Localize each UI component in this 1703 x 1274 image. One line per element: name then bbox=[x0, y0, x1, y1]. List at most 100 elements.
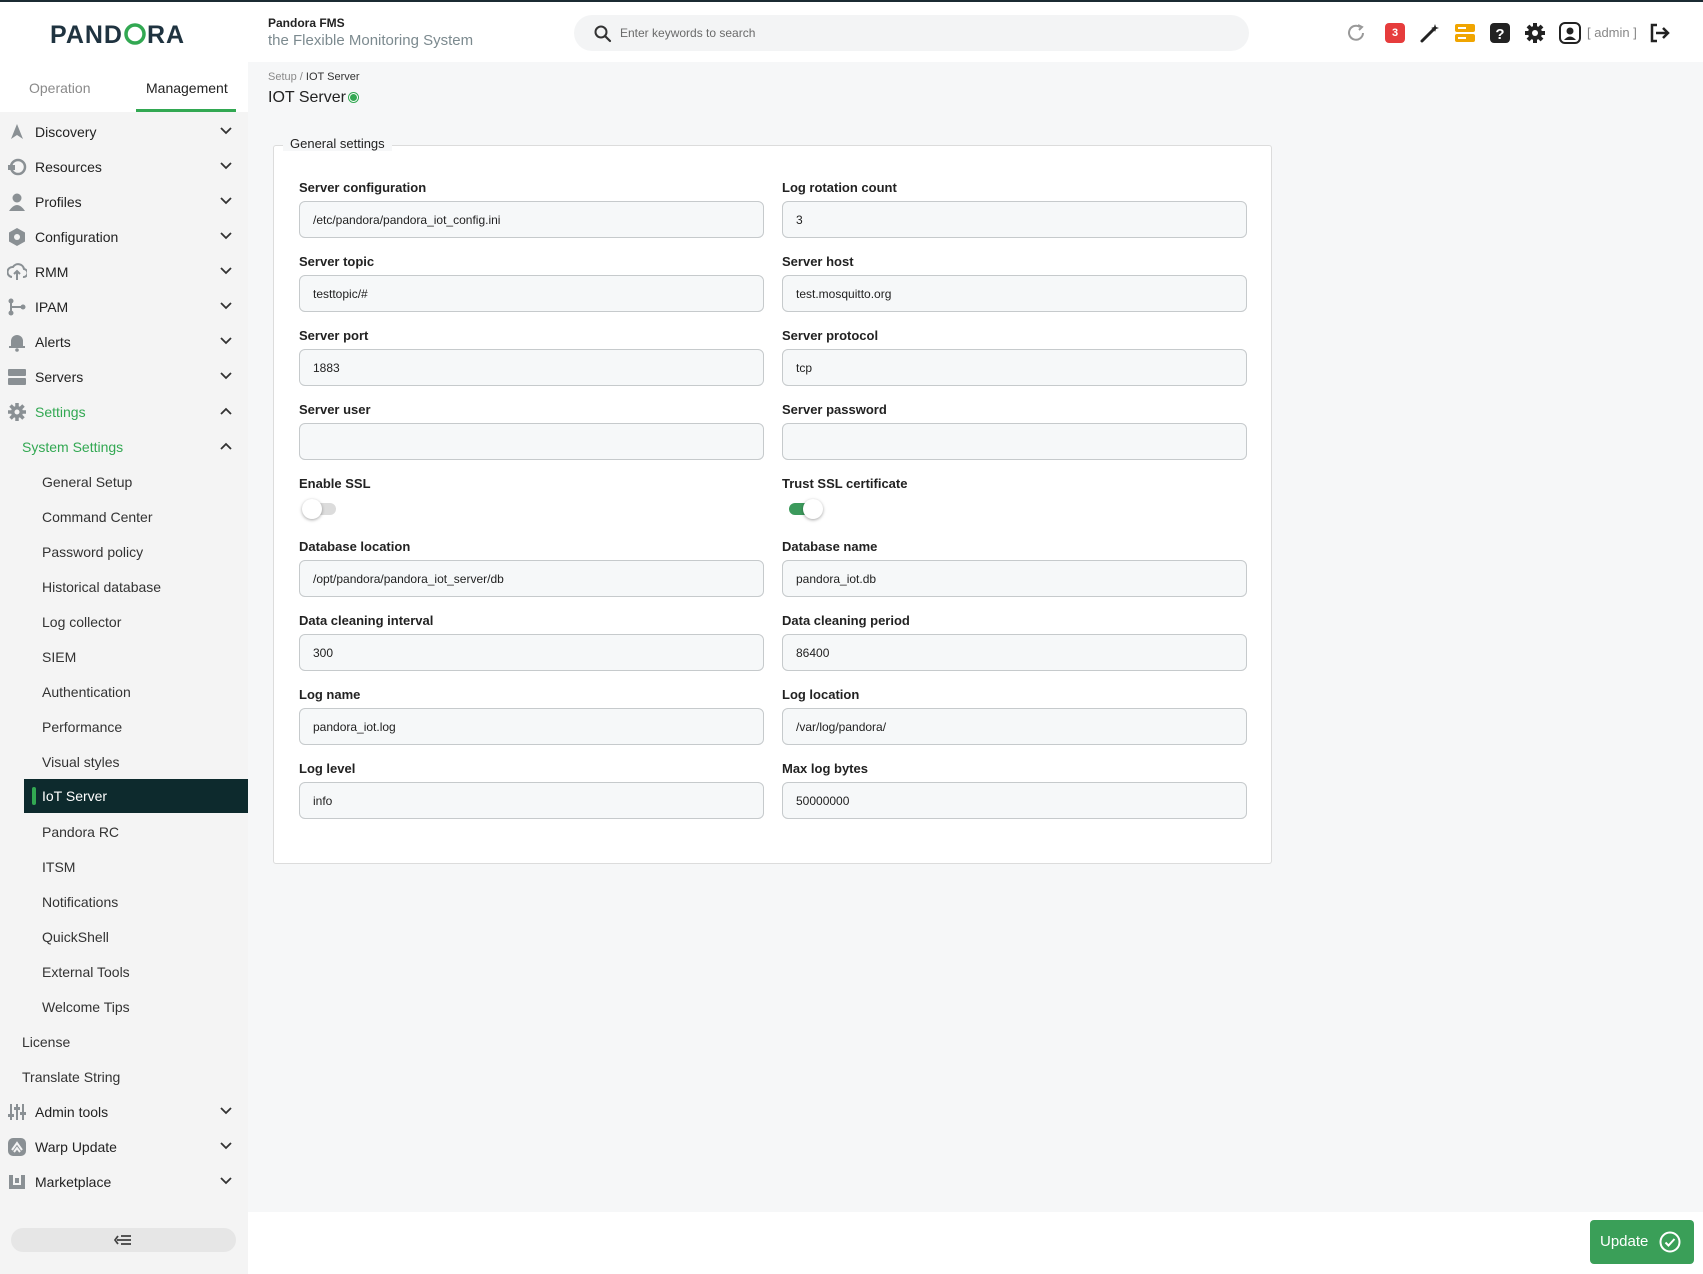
sidebar-subitem-itsm[interactable]: ITSM bbox=[42, 859, 75, 875]
sidebar-item-ipam[interactable]: IPAM bbox=[0, 289, 248, 324]
enable-ssl-label: Enable SSL bbox=[299, 476, 371, 491]
notification-badge[interactable]: 3 bbox=[1384, 22, 1406, 44]
check-circle-icon bbox=[1659, 1231, 1681, 1253]
database-name-input[interactable] bbox=[782, 560, 1247, 597]
user-label[interactable]: [ admin ] bbox=[1587, 25, 1637, 40]
server-topic-input[interactable] bbox=[299, 275, 764, 312]
sidebar-subitem-performance[interactable]: Performance bbox=[42, 719, 122, 735]
sidebar-item-settings[interactable]: Settings bbox=[0, 394, 248, 429]
update-button[interactable]: Update bbox=[1590, 1220, 1694, 1264]
database-location-label: Database location bbox=[299, 539, 411, 554]
help-icon[interactable]: ? bbox=[1489, 22, 1511, 44]
log-location-input[interactable] bbox=[782, 708, 1247, 745]
sidebar-subitem-command-center[interactable]: Command Center bbox=[42, 509, 153, 525]
data-cleaning-interval-input[interactable] bbox=[299, 634, 764, 671]
search-input[interactable] bbox=[620, 23, 1220, 43]
sidebar-subitem-external-tools[interactable]: External Tools bbox=[42, 964, 130, 980]
chevron-down-icon bbox=[220, 1177, 232, 1185]
sidebar-item-discovery[interactable]: Discovery bbox=[0, 114, 248, 149]
server-protocol-input[interactable] bbox=[782, 349, 1247, 386]
server-host-input[interactable] bbox=[782, 275, 1247, 312]
chevron-down-icon bbox=[220, 372, 232, 380]
enable-ssl-toggle[interactable] bbox=[302, 498, 340, 520]
sidebar-subitem-quickshell[interactable]: QuickShell bbox=[42, 929, 109, 945]
sidebar-item-marketplace[interactable]: Marketplace bbox=[0, 1164, 248, 1199]
sidebar-item-license[interactable]: License bbox=[22, 1034, 70, 1050]
sidebar-item-system-settings[interactable]: System Settings bbox=[0, 429, 248, 464]
collapse-sidebar-button[interactable] bbox=[11, 1228, 236, 1252]
refresh-icon[interactable] bbox=[1345, 22, 1367, 44]
server-password-input[interactable] bbox=[782, 423, 1247, 460]
log-location-label: Log location bbox=[782, 687, 860, 702]
sidebar-item-admin-tools[interactable]: Admin tools bbox=[0, 1094, 248, 1129]
server-configuration-label: Server configuration bbox=[299, 180, 427, 195]
data-cleaning-period-input[interactable] bbox=[782, 634, 1247, 671]
chevron-down-icon bbox=[220, 337, 232, 345]
server-status-icon[interactable] bbox=[1454, 22, 1476, 44]
sidebar-item-rmm[interactable]: RMM bbox=[0, 254, 248, 289]
sidebar-subitem-log-collector[interactable]: Log collector bbox=[42, 614, 121, 630]
sidebar-subitem-password-policy[interactable]: Password policy bbox=[42, 544, 143, 560]
sidebar-item-label: System Settings bbox=[22, 439, 124, 455]
sidebar-subitem-siem[interactable]: SIEM bbox=[42, 649, 76, 665]
logout-icon[interactable] bbox=[1648, 22, 1670, 44]
sidebar-item-alerts[interactable]: Alerts bbox=[0, 324, 248, 359]
sidebar-item-profiles[interactable]: Profiles bbox=[0, 184, 248, 219]
sidebar-subitem-general-setup[interactable]: General Setup bbox=[42, 474, 132, 490]
configuration-icon bbox=[9, 228, 25, 246]
toggle-knob bbox=[302, 499, 322, 519]
active-indicator bbox=[32, 787, 36, 805]
search-bar[interactable] bbox=[574, 15, 1249, 51]
sidebar-subitem-pandora-rc[interactable]: Pandora RC bbox=[42, 824, 119, 840]
max-log-bytes-input[interactable] bbox=[782, 782, 1247, 819]
log-name-input[interactable] bbox=[299, 708, 764, 745]
wand-icon[interactable] bbox=[1419, 22, 1441, 44]
sidebar-subitem-welcome-tips[interactable]: Welcome Tips bbox=[42, 999, 130, 1015]
sidebar-subitem-iot-server[interactable]: IoT Server bbox=[24, 779, 248, 813]
sidebar-subitem-historical-database[interactable]: Historical database bbox=[42, 579, 161, 595]
server-configuration-input[interactable] bbox=[299, 201, 764, 238]
brand-subtitle: the Flexible Monitoring System bbox=[268, 32, 474, 49]
breadcrumb-parent[interactable]: Setup / bbox=[268, 71, 303, 83]
header: PAND RA Pandora FMS the Flexible Monitor… bbox=[0, 2, 1703, 62]
chevron-down-icon bbox=[220, 232, 232, 240]
tab-operation[interactable]: Operation bbox=[29, 80, 90, 96]
data-cleaning-period-label: Data cleaning period bbox=[782, 613, 910, 628]
chevron-down-icon bbox=[220, 127, 232, 135]
sidebar-item-label: Resources bbox=[35, 159, 102, 175]
user-icon bbox=[9, 193, 25, 211]
svg-text:RA: RA bbox=[147, 21, 185, 48]
sidebar-subitem-visual-styles[interactable]: Visual styles bbox=[42, 754, 120, 770]
pandora-logo[interactable]: PAND RA bbox=[50, 20, 200, 48]
database-location-input[interactable] bbox=[299, 560, 764, 597]
tab-active-indicator bbox=[136, 109, 236, 112]
svg-text:PAND: PAND bbox=[50, 21, 123, 48]
tab-management[interactable]: Management bbox=[146, 80, 228, 96]
sidebar-item-translate-string[interactable]: Translate String bbox=[22, 1069, 120, 1085]
sidebar-item-label: Settings bbox=[35, 404, 86, 420]
server-user-label: Server user bbox=[299, 402, 371, 417]
sidebar-item-label: Configuration bbox=[35, 229, 119, 245]
panel-legend: General settings bbox=[283, 136, 392, 151]
sidebar-subitem-authentication[interactable]: Authentication bbox=[42, 684, 131, 700]
user-icon[interactable] bbox=[1559, 22, 1581, 44]
sidebar-subitem-label: IoT Server bbox=[42, 788, 108, 804]
database-name-label: Database name bbox=[782, 539, 878, 554]
sidebar-item-servers[interactable]: Servers bbox=[0, 359, 248, 394]
sidebar-item-warp-update[interactable]: Warp Update bbox=[0, 1129, 248, 1164]
sidebar-subitem-notifications[interactable]: Notifications bbox=[42, 894, 118, 910]
server-password-label: Server password bbox=[782, 402, 887, 417]
log-rotation-count-input[interactable] bbox=[782, 201, 1247, 238]
update-button-label: Update bbox=[1600, 1233, 1649, 1250]
trust-ssl-toggle[interactable] bbox=[785, 498, 823, 520]
server-port-input[interactable] bbox=[299, 349, 764, 386]
sidebar-item-resources[interactable]: Resources bbox=[0, 149, 248, 184]
breadcrumb-current: IOT Server bbox=[305, 71, 360, 83]
server-protocol-label: Server protocol bbox=[782, 328, 879, 343]
sidebar-item-configuration[interactable]: Configuration bbox=[0, 219, 248, 254]
gear-icon[interactable] bbox=[1524, 22, 1546, 44]
page-title: IOT Server bbox=[268, 89, 346, 106]
sidebar-item-label: Discovery bbox=[35, 124, 97, 140]
log-level-input[interactable] bbox=[299, 782, 764, 819]
server-user-input[interactable] bbox=[299, 423, 764, 460]
